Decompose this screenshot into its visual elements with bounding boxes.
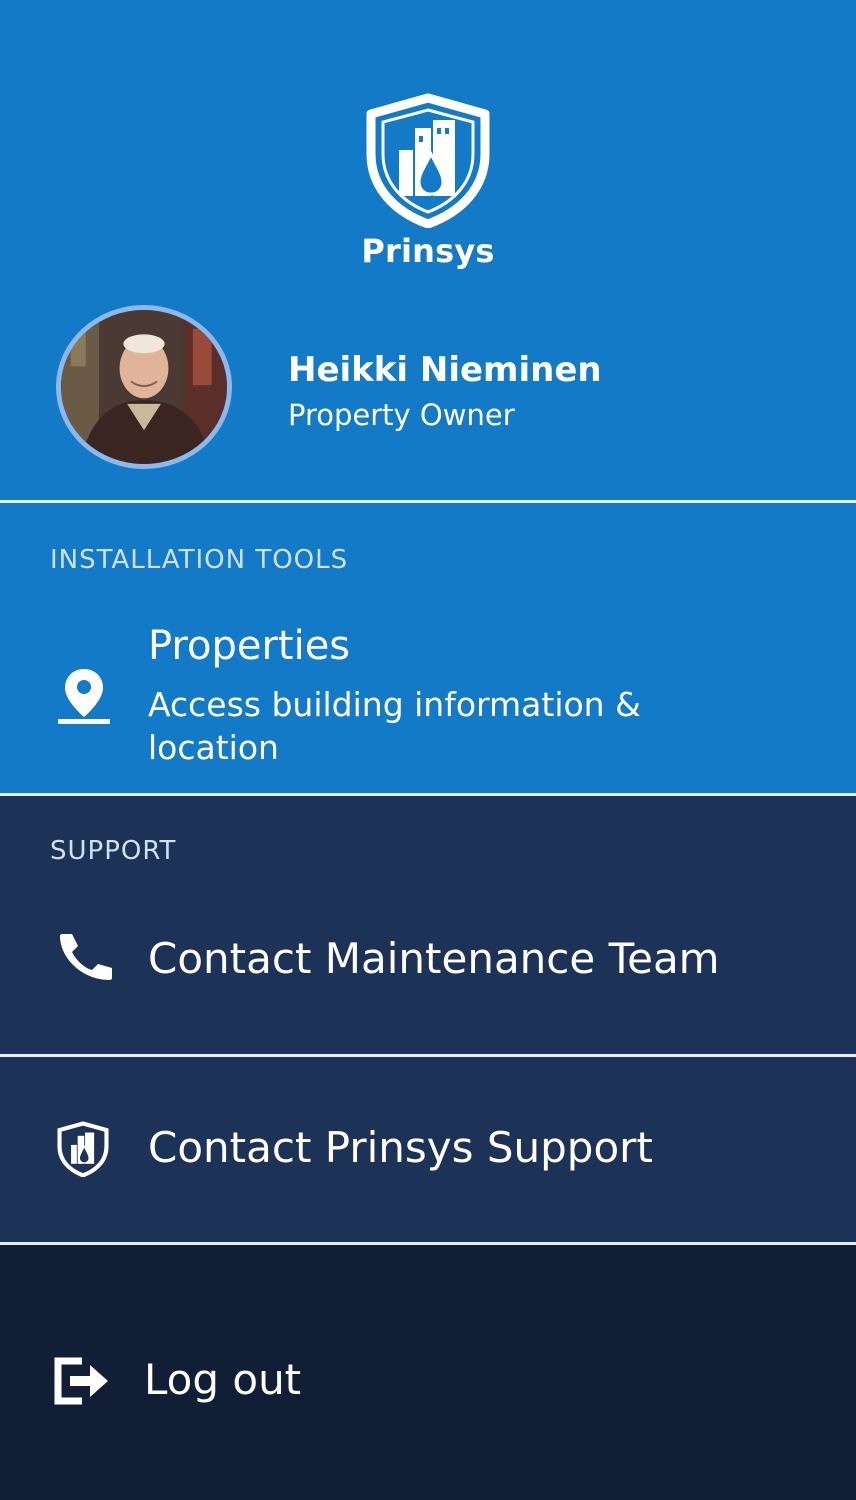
properties-title: Properties	[148, 623, 351, 669]
logout-button[interactable]: Log out	[0, 1335, 856, 1425]
support-section-continued: Contact Prinsys Support	[0, 1057, 856, 1242]
location-pin-icon	[58, 669, 110, 724]
section-label-support: SUPPORT	[50, 836, 177, 866]
prinsys-logo	[366, 93, 490, 228]
menu-item-contact-prinsys-support[interactable]: Contact Prinsys Support	[0, 1097, 856, 1207]
properties-description: Access building information & location	[148, 685, 641, 767]
menu-item-properties[interactable]: Properties Access building information &…	[0, 613, 856, 773]
avatar-photo	[61, 310, 227, 464]
avatar[interactable]	[56, 305, 232, 469]
user-role: Property Owner	[288, 398, 515, 432]
contact-prinsys-support-label: Contact Prinsys Support	[148, 1123, 653, 1172]
support-section: SUPPORT Contact Maintenance Team	[0, 796, 856, 1054]
menu-item-contact-maintenance[interactable]: Contact Maintenance Team	[0, 896, 856, 1026]
phone-icon	[60, 934, 112, 980]
logout-icon	[54, 1357, 108, 1405]
prinsys-shield-icon	[57, 1121, 109, 1177]
brand-name: Prinsys	[361, 232, 495, 270]
drawer-header: Prinsys Heikki Nieminen Property Owner	[0, 0, 856, 500]
logout-label: Log out	[144, 1355, 302, 1404]
contact-maintenance-label: Contact Maintenance Team	[148, 934, 720, 983]
navigation-drawer: Prinsys Heikki Nieminen Property Owner I…	[0, 0, 856, 1500]
installation-tools-section: INSTALLATION TOOLS Properties Access bui…	[0, 503, 856, 793]
section-label-installation-tools: INSTALLATION TOOLS	[50, 545, 349, 575]
logout-section: Log out	[0, 1245, 856, 1500]
user-name: Heikki Nieminen	[288, 350, 602, 390]
